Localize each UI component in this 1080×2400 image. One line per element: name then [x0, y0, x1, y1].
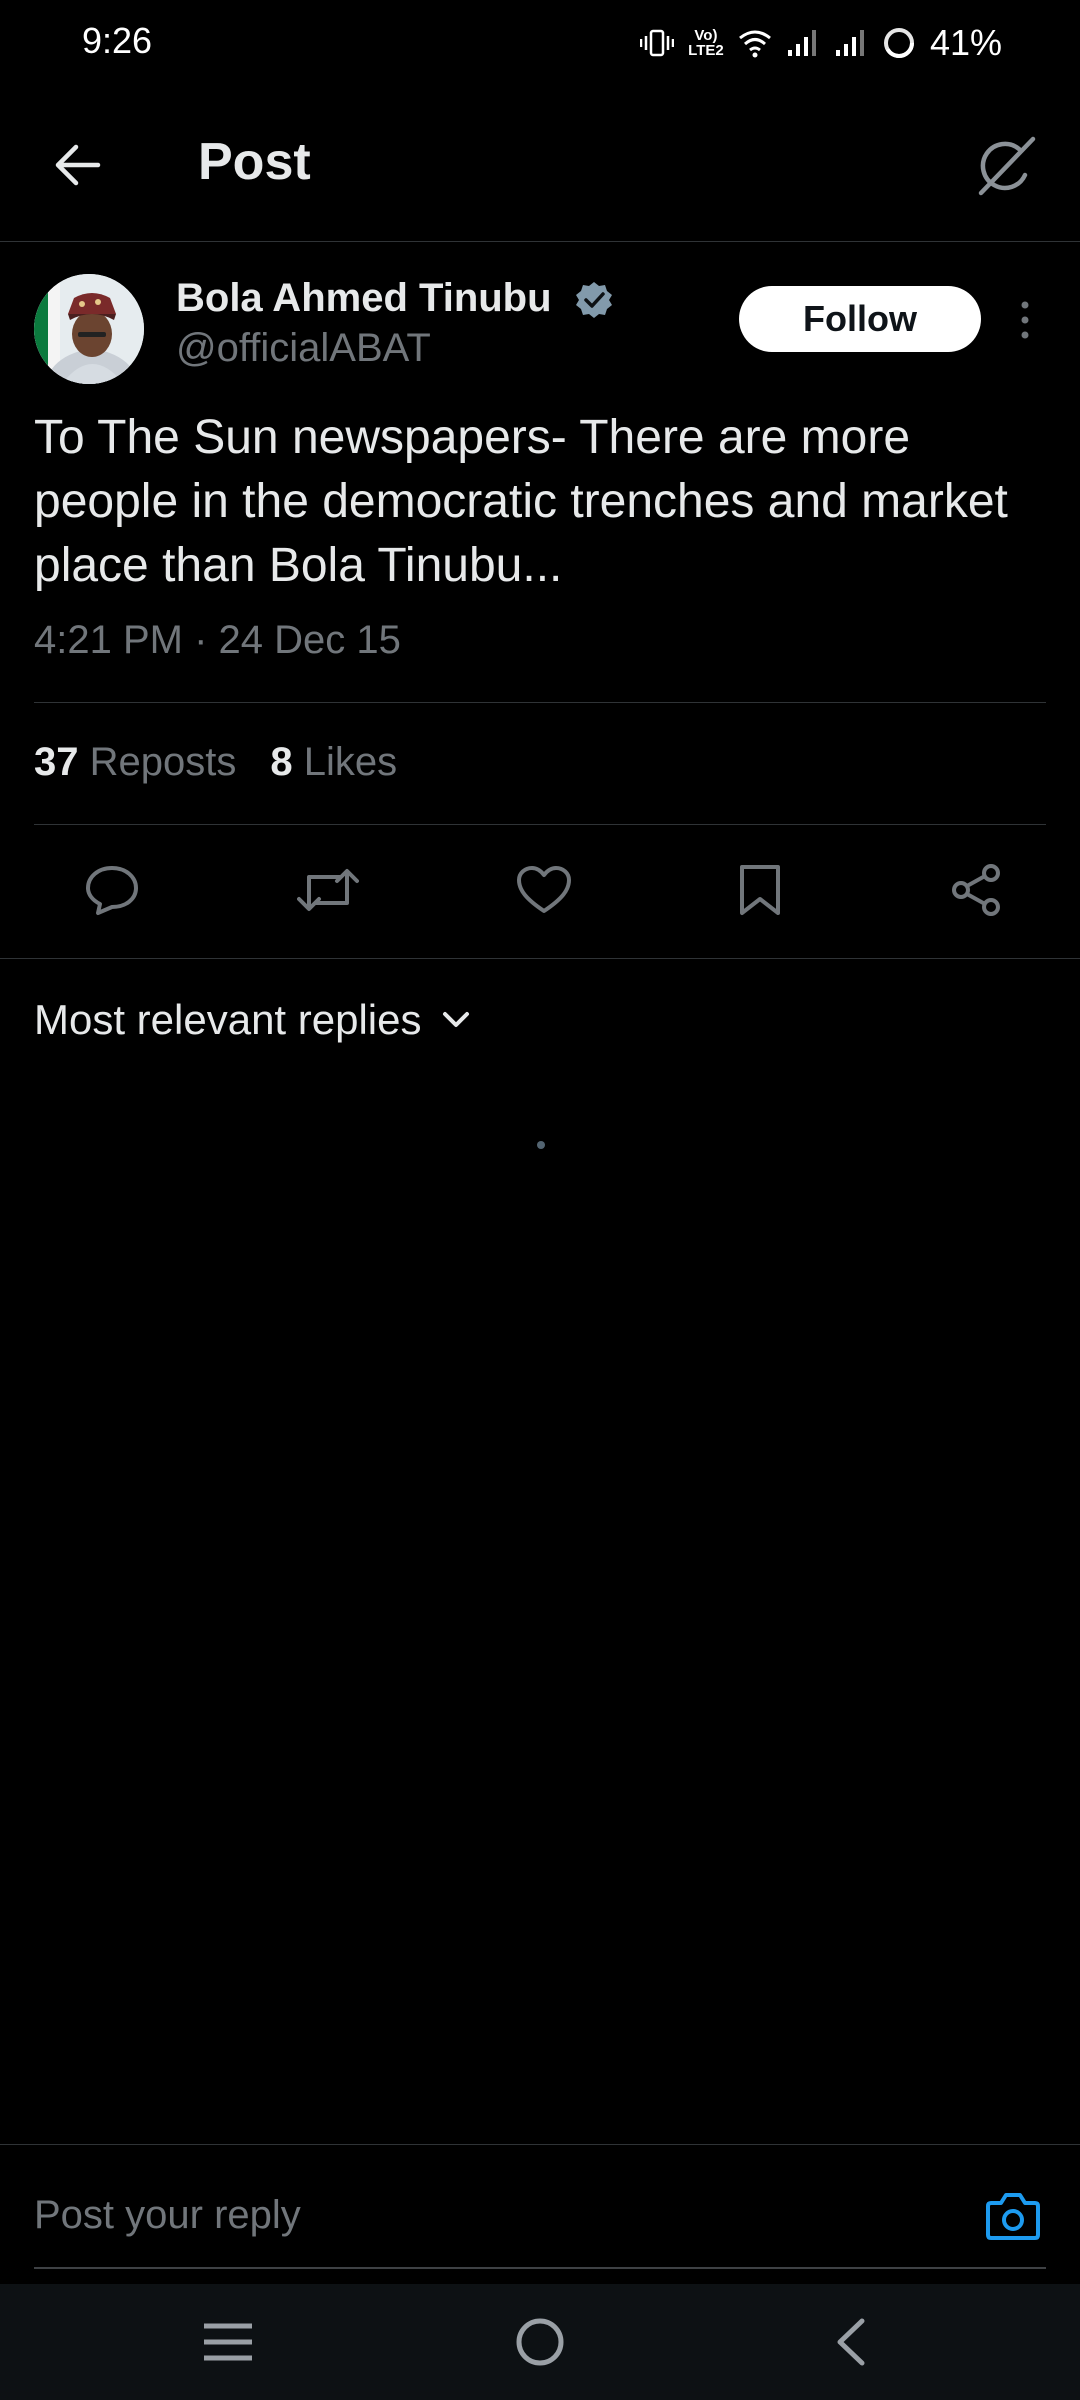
battery-percent: 41% — [929, 22, 1002, 63]
camera-icon — [986, 2193, 1040, 2240]
more-options-button[interactable] — [1004, 290, 1046, 350]
more-icon — [1021, 301, 1029, 339]
status-bar: 9:26 Vo) LTE2 41% — [0, 0, 1080, 88]
likes-stat[interactable]: 8 Likes — [270, 740, 397, 785]
reply-input[interactable] — [34, 2187, 934, 2243]
like-button[interactable] — [504, 850, 584, 930]
reply-button[interactable] — [72, 850, 152, 930]
home-icon — [516, 2318, 564, 2366]
bookmark-icon — [740, 865, 780, 915]
reposts-count: 37 — [34, 740, 79, 784]
verified-badge-icon — [576, 282, 612, 318]
divider — [34, 824, 1046, 825]
reply-input-underline — [34, 2267, 1046, 2269]
reply-icon — [86, 866, 138, 915]
camera-button[interactable] — [982, 2185, 1044, 2247]
status-time: 9:26 — [82, 20, 153, 61]
divider — [34, 702, 1046, 703]
replies-sort-label: Most relevant replies — [34, 996, 422, 1043]
post-stats: 37 Reposts 8 Likes — [34, 740, 397, 785]
likes-label: Likes — [303, 740, 398, 784]
likes-count: 8 — [270, 740, 293, 784]
reply-bar — [0, 2144, 1080, 2284]
reposts-label: Reposts — [89, 740, 237, 784]
author-handle[interactable]: @officialABAT — [176, 326, 431, 371]
post-text: To The Sun newspapers- There are more pe… — [34, 411, 1008, 592]
menu-icon — [204, 2323, 252, 2361]
back-arrow-icon — [55, 144, 101, 186]
share-button[interactable] — [936, 850, 1016, 930]
grok-icon — [978, 136, 1036, 196]
divider — [0, 958, 1080, 959]
home-button[interactable] — [510, 2312, 570, 2372]
post-timestamp: 4:21 PM · 24 Dec 15 — [34, 618, 401, 662]
author-name[interactable]: Bola Ahmed Tinubu — [176, 276, 552, 321]
volte-icon: Vo) LTE2 — [688, 27, 724, 59]
page-title: Post — [198, 133, 311, 191]
like-icon — [517, 866, 571, 913]
vibrate-icon — [639, 29, 674, 57]
wifi-icon — [739, 30, 771, 58]
reposts-stat[interactable]: 37 Reposts — [34, 740, 236, 785]
follow-button[interactable]: Follow — [739, 286, 981, 352]
signal-2-icon — [835, 30, 864, 56]
repost-icon — [297, 869, 359, 911]
signal-1-icon — [787, 30, 816, 56]
nav-back-icon — [837, 2318, 865, 2366]
back-button[interactable] — [40, 128, 114, 202]
grok-button[interactable] — [966, 126, 1046, 206]
recent-apps-button[interactable] — [198, 2312, 258, 2372]
share-icon — [952, 864, 1000, 916]
author-avatar[interactable] — [34, 274, 144, 384]
system-nav-bar — [0, 2284, 1080, 2400]
loading-indicator — [537, 1141, 545, 1149]
chevron-down-icon — [442, 1012, 469, 1027]
post-actions — [34, 850, 1046, 930]
battery-icon — [883, 28, 914, 58]
status-icons: Vo) LTE2 41% — [639, 18, 1002, 68]
repost-button[interactable] — [288, 850, 368, 930]
top-bar: Post — [0, 88, 1080, 242]
system-back-button[interactable] — [820, 2312, 880, 2372]
replies-sort-dropdown[interactable]: Most relevant replies — [34, 996, 470, 1044]
avatar-image — [34, 274, 144, 384]
bookmark-button[interactable] — [720, 850, 800, 930]
